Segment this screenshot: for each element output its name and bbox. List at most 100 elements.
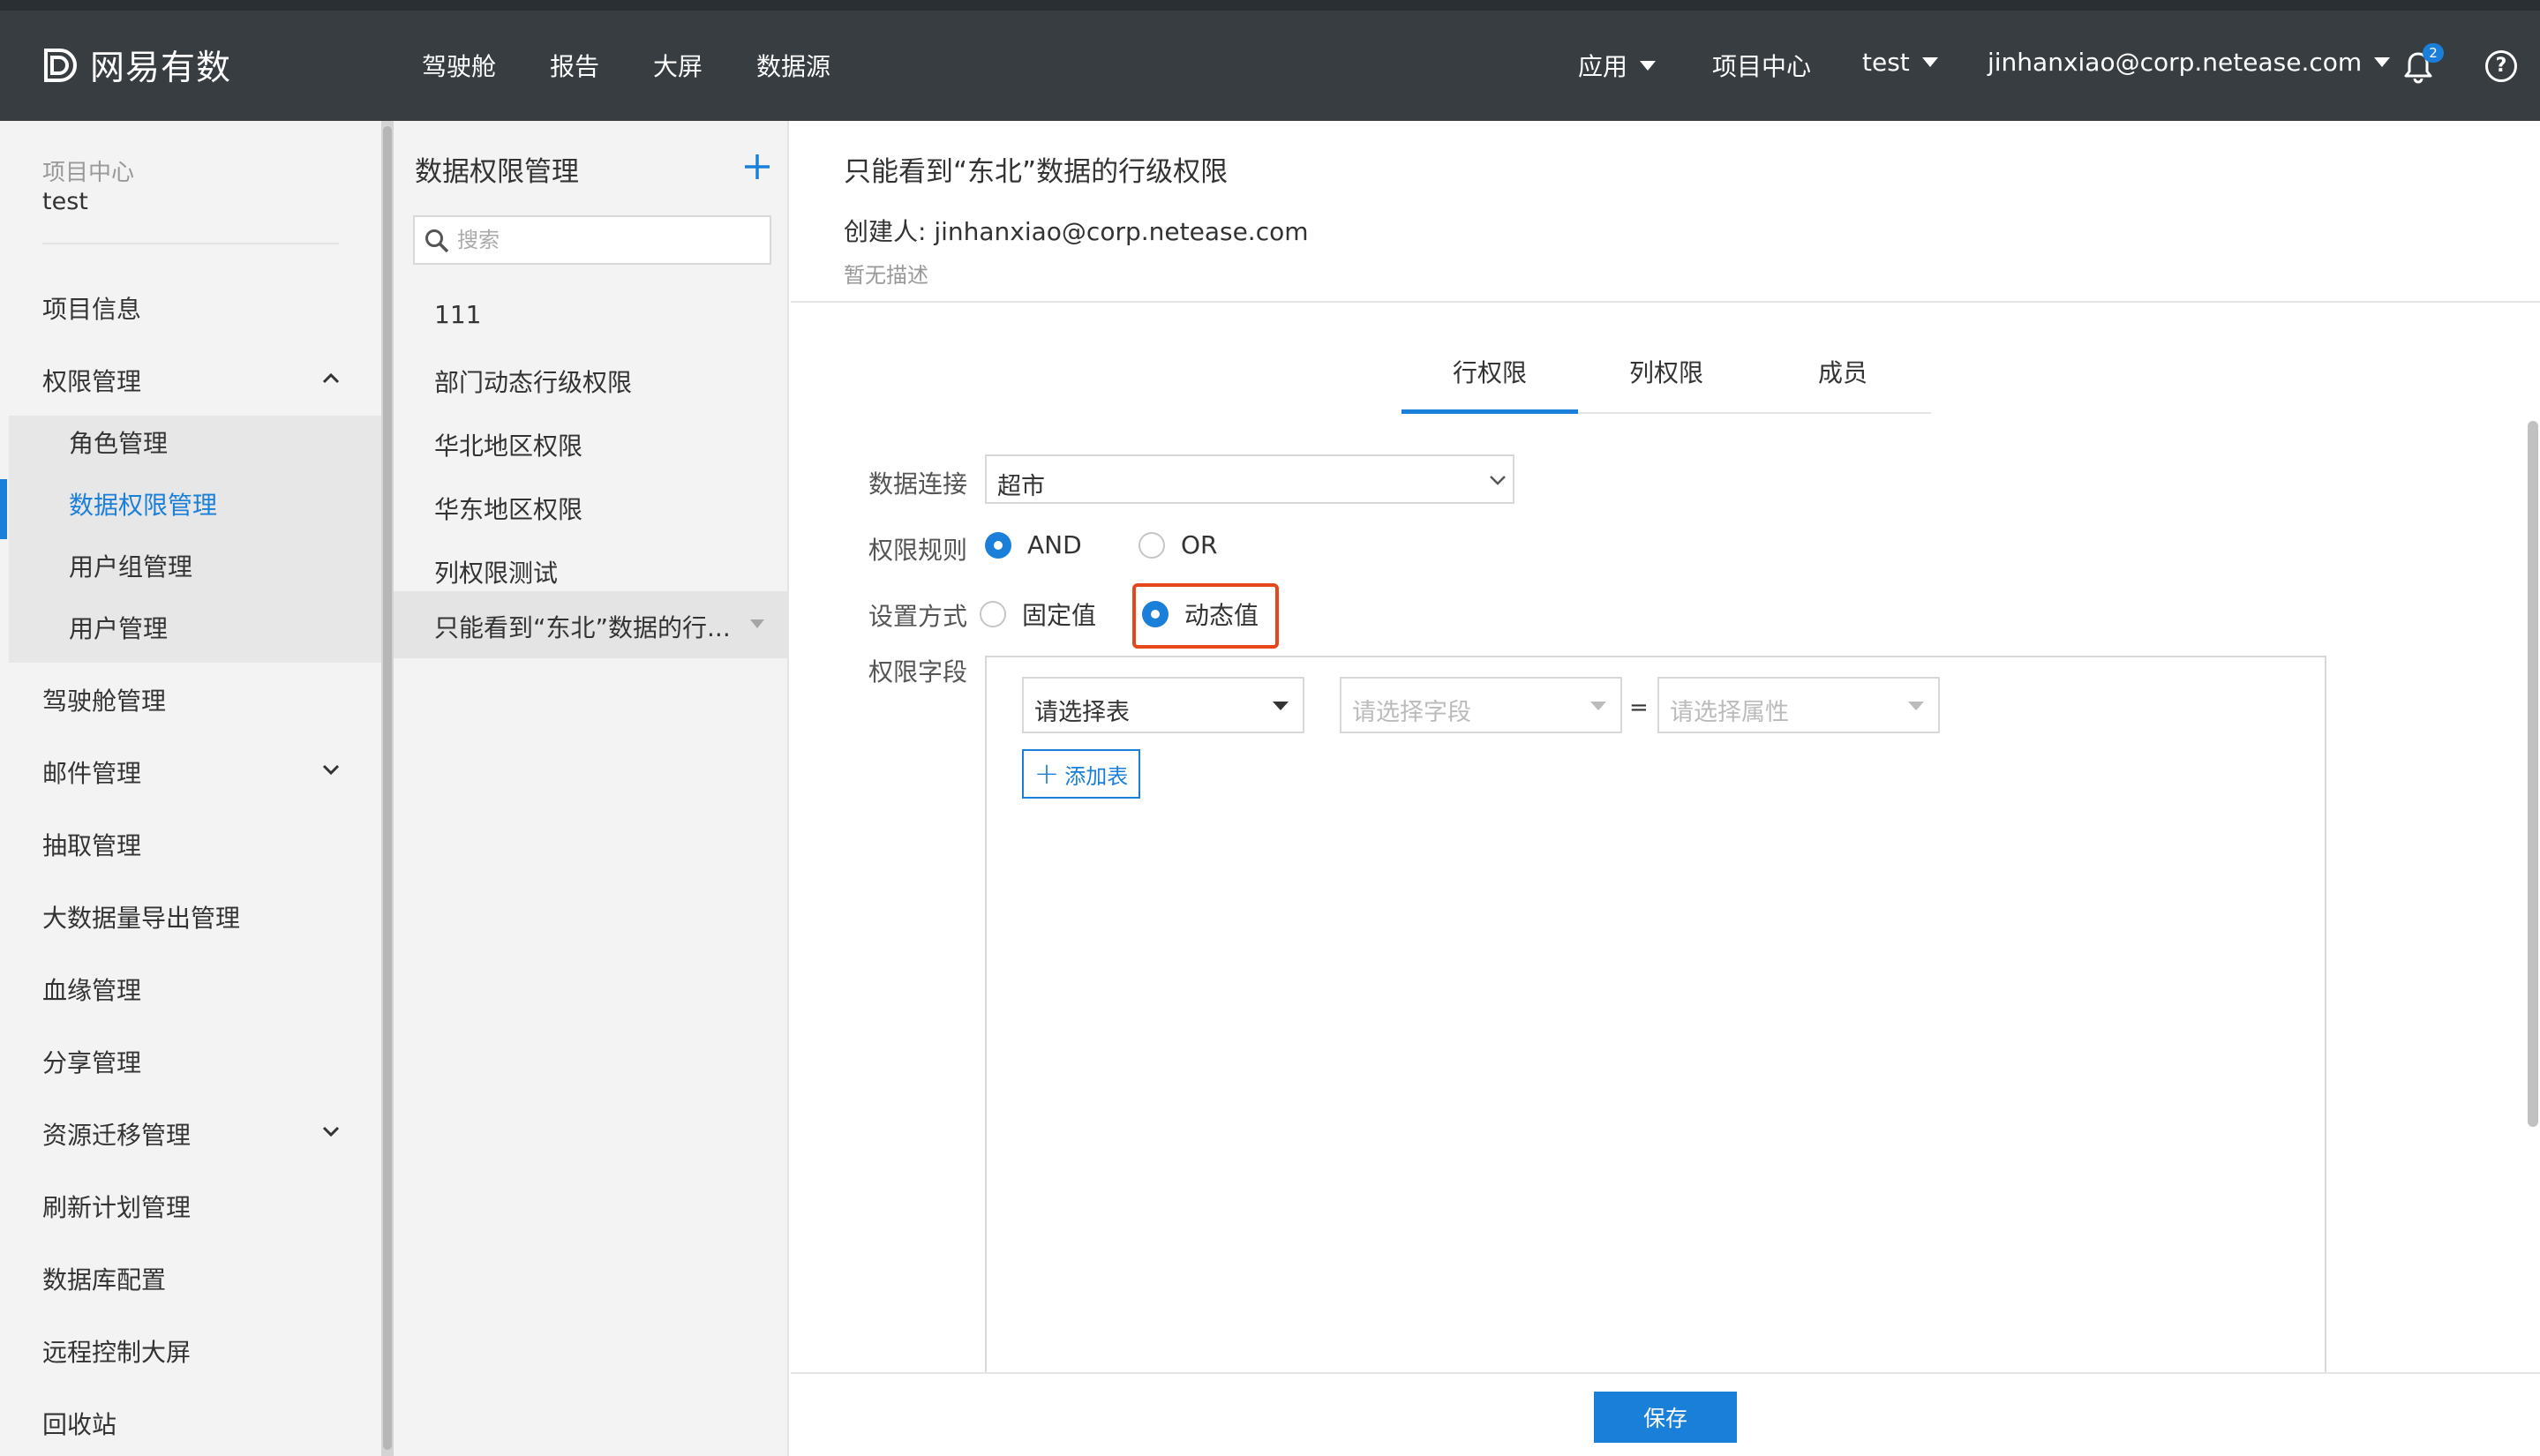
caret-down-icon	[1921, 57, 1938, 67]
youshu-logo-icon	[44, 49, 77, 82]
divider	[791, 301, 2540, 303]
nav-report[interactable]: 报告	[550, 48, 599, 83]
project-center-link[interactable]: 项目中心	[1712, 48, 1811, 83]
top-strip	[0, 0, 2540, 11]
sidebar-item-extract-mgmt[interactable]: 抽取管理	[42, 827, 141, 862]
permission-detail: 只能看到“东北”数据的行级权限 创建人: jinhanxiao@corp.net…	[791, 121, 2540, 1456]
notification-badge: 2	[2423, 43, 2444, 63]
nav-cockpit[interactable]: 驾驶舱	[422, 48, 496, 83]
help-icon[interactable]: ?	[2485, 50, 2517, 82]
add-table-button[interactable]: + 添加表	[1022, 749, 1140, 799]
sidebar-item-cockpit-mgmt[interactable]: 驾驶舱管理	[42, 682, 166, 717]
sidebar-item-usergroup-mgmt[interactable]: 用户组管理	[69, 548, 192, 583]
project-switcher[interactable]: test	[1862, 48, 1938, 77]
sidebar: 项目中心 test 项目信息 权限管理 角色管理 数据权限管理 用户组管理 用户…	[0, 121, 381, 1456]
apps-menu[interactable]: 应用	[1578, 48, 1657, 83]
radio-and[interactable]: AND	[985, 530, 1082, 559]
active-indicator	[0, 479, 7, 539]
sidebar-scrollbar[interactable]	[381, 121, 394, 1456]
sidebar-item-user-mgmt[interactable]: 用户管理	[69, 610, 168, 645]
logo-text: 网易有数	[90, 49, 232, 88]
caret-down-icon	[2374, 57, 2391, 67]
tab-members[interactable]: 成员	[1755, 345, 1931, 414]
tab-column-permission[interactable]: 列权限	[1578, 345, 1755, 414]
field-select[interactable]: 请选择字段	[1340, 677, 1622, 733]
attribute-select[interactable]: 请选择属性	[1657, 677, 1940, 733]
radio-fixed-value-label: 固定值	[1022, 601, 1097, 630]
sidebar-item-bigdata-export[interactable]: 大数据量导出管理	[42, 899, 240, 934]
field-select-placeholder: 请选择字段	[1352, 699, 1471, 726]
plus-icon: +	[1033, 756, 1060, 792]
radio-or[interactable]: OR	[1138, 530, 1218, 559]
sidebar-caption: 项目中心	[42, 160, 135, 186]
sidebar-item-lineage-mgmt[interactable]: 血缘管理	[42, 972, 141, 1007]
list-item-selected[interactable]: 只能看到“东北”数据的行...	[394, 591, 789, 658]
apps-menu-label: 应用	[1578, 52, 1628, 81]
sidebar-item-migration-mgmt[interactable]: 资源迁移管理	[42, 1116, 191, 1152]
permission-list-panel: 数据权限管理 111 部门动态行级权限 华北地区权限 华东地区权限 列权限测试 …	[394, 121, 789, 1456]
sidebar-item-data-perm-mgmt[interactable]: 数据权限管理	[69, 486, 217, 522]
sidebar-item-recycle-bin[interactable]: 回收站	[42, 1406, 116, 1441]
creator-info: 创建人: jinhanxiao@corp.netease.com	[844, 217, 1309, 246]
sidebar-item-share-mgmt[interactable]: 分享管理	[42, 1044, 141, 1079]
chevron-down-icon	[1490, 476, 1506, 485]
sidebar-project-name: test	[42, 188, 88, 215]
sidebar-item-project-info[interactable]: 项目信息	[42, 290, 141, 326]
logo[interactable]: 网易有数	[39, 41, 231, 90]
sidebar-item-permission-mgmt[interactable]: 权限管理	[42, 363, 141, 398]
field-label: 权限字段	[868, 657, 968, 687]
table-select-value: 请选择表	[1034, 699, 1130, 726]
search-input[interactable]	[457, 224, 757, 256]
permission-submenu: 角色管理 数据权限管理 用户组管理 用户管理	[9, 416, 381, 663]
sidebar-item-refresh-plan[interactable]: 刷新计划管理	[42, 1189, 191, 1224]
sidebar-item-remote-screen[interactable]: 远程控制大屏	[42, 1333, 191, 1369]
caret-down-icon[interactable]	[750, 619, 764, 628]
radio-unchecked-icon	[980, 601, 1006, 627]
permission-field-area: 请选择表 请选择字段 = 请选择属性 + 添加表	[985, 656, 2326, 1456]
data-connection-label: 数据连接	[868, 469, 968, 499]
main-nav: 驾驶舱 报告 大屏 数据源	[422, 48, 884, 83]
data-connection-value: 超市	[997, 473, 1045, 500]
user-email: jinhanxiao@corp.netease.com	[1988, 48, 2363, 77]
radio-unchecked-icon	[1138, 531, 1165, 559]
project-center-label: 项目中心	[1712, 52, 1812, 81]
list-item[interactable]: 华东地区权限	[434, 491, 582, 526]
annotation-highlight-box	[1132, 583, 1279, 649]
radio-or-label: OR	[1181, 530, 1218, 559]
list-item[interactable]: 华北地区权限	[434, 427, 582, 462]
data-connection-select[interactable]: 超市	[985, 454, 1514, 504]
description: 暂无描述	[844, 263, 928, 288]
radio-and-label: AND	[1027, 530, 1082, 559]
tab-row-permission[interactable]: 行权限	[1402, 345, 1578, 414]
caret-down-icon	[1640, 60, 1657, 71]
content-scrollbar[interactable]	[2528, 421, 2538, 1127]
table-select[interactable]: 请选择表	[1022, 677, 1304, 733]
user-menu[interactable]: jinhanxiao@corp.netease.com	[1988, 48, 2391, 77]
list-item[interactable]: 部门动态行级权限	[434, 364, 632, 399]
chevron-down-icon[interactable]	[321, 1122, 341, 1141]
save-button[interactable]: 保存	[1594, 1392, 1737, 1443]
caret-down-icon	[1273, 702, 1289, 710]
page-title: 只能看到“东北”数据的行级权限	[844, 156, 1229, 188]
top-navigation-bar: 网易有数 驾驶舱 报告 大屏 数据源 应用 项目中心 test jinhanxi…	[0, 0, 2540, 121]
attribute-select-placeholder: 请选择属性	[1670, 699, 1789, 726]
sidebar-item-db-config[interactable]: 数据库配置	[42, 1261, 166, 1296]
project-switcher-label: test	[1862, 48, 1910, 77]
chevron-down-icon[interactable]	[321, 760, 341, 779]
search-icon	[425, 229, 449, 253]
caret-down-icon	[1908, 702, 1924, 710]
add-icon[interactable]	[741, 151, 773, 183]
search-box	[413, 215, 771, 265]
divider	[42, 243, 339, 244]
list-item[interactable]: 列权限测试	[434, 554, 558, 589]
nav-bigscreen[interactable]: 大屏	[653, 48, 703, 83]
sidebar-item-role-mgmt[interactable]: 角色管理	[69, 424, 168, 460]
list-item[interactable]: 111	[434, 300, 481, 329]
radio-checked-icon	[985, 531, 1011, 559]
tab-bar: 行权限 列权限 成员	[1402, 345, 1931, 414]
scrollbar-thumb[interactable]	[383, 126, 392, 1450]
radio-fixed-value[interactable]: 固定值	[980, 597, 1096, 632]
nav-datasource[interactable]: 数据源	[756, 48, 830, 83]
chevron-up-icon[interactable]	[321, 369, 341, 388]
sidebar-item-mail-mgmt[interactable]: 邮件管理	[42, 754, 141, 790]
